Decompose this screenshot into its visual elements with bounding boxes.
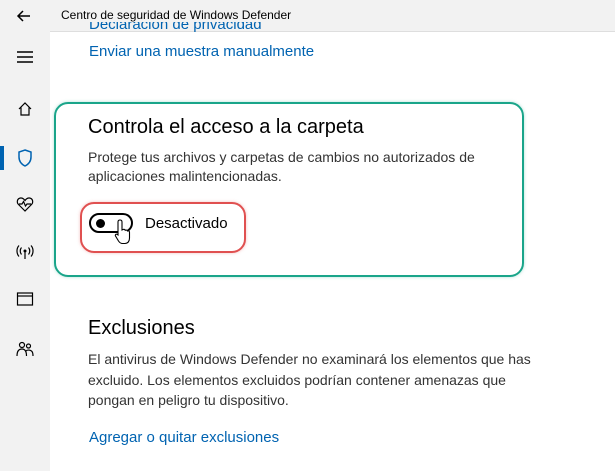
- family-icon: [16, 341, 34, 357]
- folder-access-description: Protege tus archivos y carpetas de cambi…: [88, 148, 475, 186]
- description-line: Protege tus archivos y carpetas de cambi…: [88, 149, 475, 165]
- sidebar: [0, 31, 50, 471]
- exclusions-description: El antivirus de Windows Defender no exam…: [88, 349, 531, 411]
- folder-access-title: Controla el acceso a la carpeta: [88, 116, 364, 138]
- description-line: aplicaciones malintencionadas.: [88, 168, 282, 184]
- sidebar-item-family[interactable]: [0, 329, 50, 369]
- send-sample-link[interactable]: Enviar una muestra manualmente: [89, 43, 314, 60]
- toggle-state-label: Desactivado: [145, 215, 228, 232]
- back-button[interactable]: [12, 6, 36, 26]
- window-title: Centro de seguridad de Windows Defender: [61, 8, 292, 22]
- toggle-knob: [96, 219, 105, 228]
- mouse-cursor-icon: [114, 219, 131, 245]
- home-icon: [18, 102, 32, 116]
- sidebar-item-virus-protection[interactable]: [0, 138, 50, 178]
- sidebar-item-app-browser[interactable]: [0, 279, 50, 319]
- shield-icon: [18, 149, 32, 167]
- exclusions-title: Exclusiones: [88, 317, 195, 339]
- description-line: El antivirus de Windows Defender no exam…: [88, 351, 531, 367]
- sidebar-item-home[interactable]: [0, 89, 50, 129]
- sidebar-item-menu[interactable]: [0, 37, 50, 77]
- description-line: excluido. Los elementos excluidos podría…: [88, 371, 506, 388]
- privacy-link[interactable]: Declaración de privacidad: [89, 22, 262, 36]
- description-line: pongan en peligro tu dispositivo.: [88, 392, 289, 408]
- browser-window-icon: [16, 292, 34, 306]
- heart-pulse-icon: [16, 197, 34, 212]
- menu-icon: [17, 51, 33, 63]
- back-arrow-icon: [16, 10, 30, 22]
- wireless-icon: [16, 245, 34, 259]
- sidebar-item-firewall[interactable]: [0, 232, 50, 272]
- sidebar-item-device-health[interactable]: [0, 184, 50, 224]
- add-remove-exclusions-link[interactable]: Agregar o quitar exclusiones: [89, 429, 279, 446]
